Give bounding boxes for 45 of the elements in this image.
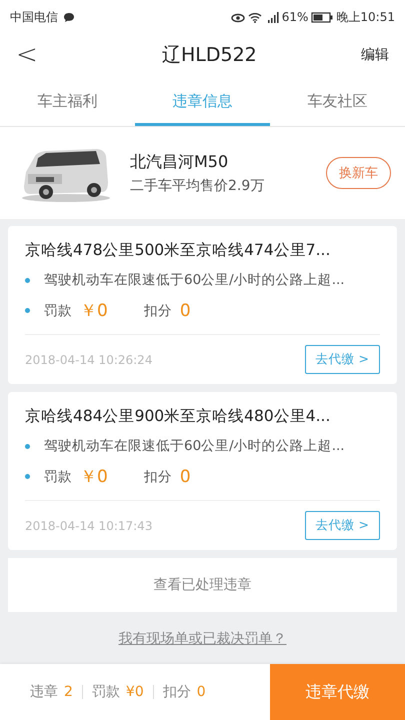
fine-amount: ￥0 <box>80 466 108 488</box>
bullet-icon <box>25 278 30 282</box>
stat-label: 违章 <box>30 683 58 701</box>
stat-value: ¥0 <box>126 684 144 700</box>
eye-icon <box>230 12 245 22</box>
violation-time: 2018-04-14 10:26:24 <box>25 352 152 366</box>
back-button[interactable]: < <box>16 40 38 70</box>
plate-title: 辽HLD522 <box>162 43 257 68</box>
car-model: 北汽昌河M50 <box>130 152 230 172</box>
bullet-icon <box>25 444 30 448</box>
tab[interactable]: 违章信息 <box>135 76 270 126</box>
stat-label: 罚款 <box>92 683 120 701</box>
violation-time: 2018-04-14 10:17:43 <box>25 518 152 532</box>
car-price: 二手车平均售价2.9万 <box>130 176 266 194</box>
battery-percent: 61% <box>282 10 308 24</box>
pay-button[interactable]: 去代缴 > <box>304 511 380 540</box>
pay-button[interactable]: 去代缴 > <box>304 345 380 374</box>
violation-location: 京哈线484公里900米至京哈线480公里4... <box>25 406 332 427</box>
violation-reason: 驾驶机动车在限速低于60公里/小时的公路上超... <box>44 271 345 289</box>
stat-label: 扣分 <box>162 683 191 701</box>
bullet-icon <box>25 308 30 313</box>
clock-time: 晚上10:51 <box>336 8 395 26</box>
stat-value: 2 <box>64 684 73 700</box>
carrier-name: 中国电信 <box>10 8 58 26</box>
new-car-button[interactable]: 换新车 <box>326 157 391 189</box>
points-value: 0 <box>180 466 191 486</box>
fine-label: 罚款 <box>44 468 72 486</box>
points-value: 0 <box>180 300 191 320</box>
tab[interactable]: 车主福利 <box>0 76 135 126</box>
fine-label: 罚款 <box>44 302 72 320</box>
processed-violations-button[interactable]: 查看已处理违章 <box>8 558 397 612</box>
edit-button[interactable]: 编辑 <box>360 46 389 64</box>
violation-location: 京哈线478公里500米至京哈线474公里7... <box>25 240 332 261</box>
pay-violations-button[interactable]: 违章代缴 <box>270 664 405 720</box>
bullet-icon <box>25 474 30 479</box>
fine-amount: ￥0 <box>80 300 108 322</box>
chat-bubble-icon <box>63 12 75 22</box>
battery-icon <box>311 12 334 22</box>
stat-value: 0 <box>196 684 206 700</box>
ticket-link[interactable]: 我有现场单或已裁决罚单？ <box>118 630 286 648</box>
wifi-icon <box>248 12 262 22</box>
violation-reason: 驾驶机动车在限速低于60公里/小时的公路上超... <box>44 437 345 455</box>
points-label: 扣分 <box>144 302 172 320</box>
tab[interactable]: 车友社区 <box>270 76 405 126</box>
points-label: 扣分 <box>144 468 172 486</box>
